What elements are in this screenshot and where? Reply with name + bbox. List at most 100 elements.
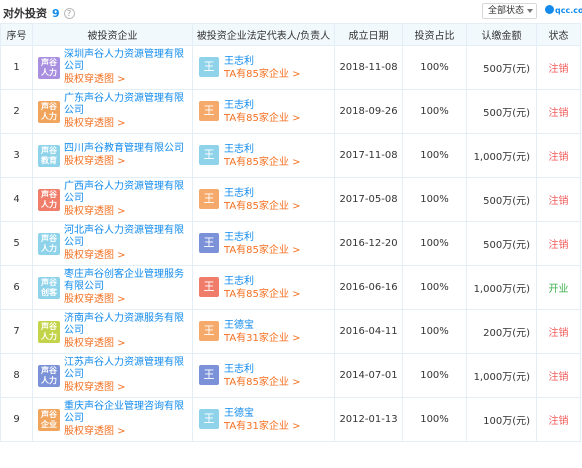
equity-chart-link[interactable]: 股权穿透图 > (64, 249, 188, 262)
equity-chart-link[interactable]: 股权穿透图 > (64, 155, 188, 168)
related-companies-link[interactable]: TA有31家企业 > (224, 420, 334, 433)
status-badge: 注销 (536, 133, 581, 178)
company-logo[interactable]: 声谷 人力 (38, 364, 60, 387)
avatar[interactable]: 王 (199, 56, 219, 77)
investment-ratio: 100% (402, 177, 467, 222)
subscribed-amount: 500万(元) (466, 89, 537, 134)
related-companies-link[interactable]: TA有85家企业 > (224, 288, 334, 301)
table-row: 3 声谷 教育 四川声谷教育管理有限公司 股权穿透图 > 王王志利 TA有85家企业 >20… (0, 133, 581, 178)
avatar[interactable]: 王 (199, 276, 219, 297)
equity-chart-link[interactable]: 股权穿透图 > (64, 205, 188, 218)
column-header: 被投资企业法定代表人/负责人 (192, 23, 335, 46)
investment-ratio: 100% (402, 45, 467, 90)
legal-rep-link[interactable]: 王志利 (224, 231, 334, 244)
avatar[interactable]: 王 (199, 320, 219, 341)
company-logo[interactable]: 声谷 人力 (38, 320, 60, 343)
section-header: 对外投资 9? 全部状态 qcc.com (0, 0, 582, 22)
status-badge: 注销 (536, 221, 581, 266)
related-companies-link[interactable]: TA有31家企业 > (224, 332, 334, 345)
company-name-link[interactable]: 济南声谷人力资源服务有限公司 (64, 313, 188, 337)
chevron-down-icon (527, 9, 533, 13)
founded-date: 2017-11-08 (334, 133, 403, 178)
legal-rep-cell: 王王志利 TA有85家企业 > (192, 133, 335, 178)
company-cell: 声谷 人力 济南声谷人力资源服务有限公司 股权穿透图 > (32, 309, 193, 354)
related-companies-link[interactable]: TA有85家企业 > (224, 68, 334, 81)
founded-date: 2014-07-01 (334, 353, 403, 398)
equity-chart-link[interactable]: 股权穿透图 > (64, 337, 188, 350)
company-logo[interactable]: 声谷 企业 (38, 408, 60, 431)
row-index: 8 (0, 353, 33, 398)
legal-rep-link[interactable]: 王志利 (224, 143, 334, 156)
legal-rep-link[interactable]: 王志利 (224, 99, 334, 112)
legal-rep-link[interactable]: 王志利 (224, 275, 334, 288)
related-companies-link[interactable]: TA有85家企业 > (224, 112, 334, 125)
subscribed-amount: 100万(元) (466, 397, 537, 442)
company-logo[interactable]: 声谷 创客 (38, 276, 60, 299)
subscribed-amount: 500万(元) (466, 177, 537, 222)
row-index: 3 (0, 133, 33, 178)
column-header: 被投资企业 (32, 23, 193, 46)
avatar[interactable]: 王 (199, 144, 219, 165)
column-header: 序号 (0, 23, 33, 46)
avatar[interactable]: 王 (199, 408, 219, 429)
company-name-link[interactable]: 广东声谷人力资源管理有限公司 (64, 93, 188, 117)
section-title: 对外投资 9? (3, 5, 75, 21)
legal-rep-link[interactable]: 王德宝 (224, 407, 334, 420)
section-title-text: 对外投资 (3, 7, 47, 20)
founded-date: 2016-06-16 (334, 265, 403, 310)
company-name-link[interactable]: 深圳声谷人力资源管理有限公司 (64, 49, 188, 73)
company-cell: 声谷 人力 河北声谷人力资源管理有限公司 股权穿透图 > (32, 221, 193, 266)
avatar[interactable]: 王 (199, 100, 219, 121)
company-logo[interactable]: 声谷 人力 (38, 188, 60, 211)
related-companies-link[interactable]: TA有85家企业 > (224, 376, 334, 389)
company-logo[interactable]: 声谷 人力 (38, 56, 60, 79)
investment-ratio: 100% (402, 89, 467, 134)
table-body: 1 声谷 人力 深圳声谷人力资源管理有限公司 股权穿透图 > 王王志利 TA有85家企业 >… (0, 45, 581, 442)
legal-rep-cell: 王王志利 TA有85家企业 > (192, 265, 335, 310)
related-companies-link[interactable]: TA有85家企业 > (224, 244, 334, 257)
company-cell: 声谷 创客 枣庄声谷创客企业管理服务有限公司 股权穿透图 > (32, 265, 193, 310)
company-name-link[interactable]: 重庆声谷企业管理咨询有限公司 (64, 401, 188, 425)
column-header: 状态 (536, 23, 581, 46)
legal-rep-link[interactable]: 王志利 (224, 187, 334, 200)
legal-rep-link[interactable]: 王志利 (224, 363, 334, 376)
equity-chart-link[interactable]: 股权穿透图 > (64, 293, 188, 306)
company-name-link[interactable]: 江苏声谷人力资源管理有限公司 (64, 357, 188, 381)
company-logo[interactable]: 声谷 人力 (38, 100, 60, 123)
equity-chart-link[interactable]: 股权穿透图 > (64, 117, 188, 130)
table-row: 4 声谷 人力 广西声谷人力资源管理有限公司 股权穿透图 > 王王志利 TA有85家企业 >… (0, 177, 581, 222)
investment-ratio: 100% (402, 397, 467, 442)
legal-rep-link[interactable]: 王志利 (224, 55, 334, 68)
legal-rep-link[interactable]: 王德宝 (224, 319, 334, 332)
equity-chart-link[interactable]: 股权穿透图 > (64, 425, 188, 438)
related-companies-link[interactable]: TA有85家企业 > (224, 200, 334, 213)
subscribed-amount: 500万(元) (466, 45, 537, 90)
avatar[interactable]: 王 (199, 188, 219, 209)
company-name-link[interactable]: 四川声谷教育管理有限公司 (64, 143, 188, 155)
equity-chart-link[interactable]: 股权穿透图 > (64, 381, 188, 394)
company-cell: 声谷 企业 重庆声谷企业管理咨询有限公司 股权穿透图 > (32, 397, 193, 442)
related-companies-link[interactable]: TA有85家企业 > (224, 156, 334, 169)
column-header: 认缴金额 (466, 23, 537, 46)
company-logo[interactable]: 声谷 人力 (38, 232, 60, 255)
avatar[interactable]: 王 (199, 232, 219, 253)
help-icon[interactable]: ? (63, 8, 75, 19)
status-badge: 注销 (536, 177, 581, 222)
company-logo[interactable]: 声谷 教育 (38, 144, 60, 167)
status-filter-select[interactable]: 全部状态 (482, 3, 537, 19)
investment-ratio: 100% (402, 309, 467, 354)
company-cell: 声谷 人力 广东声谷人力资源管理有限公司 股权穿透图 > (32, 89, 193, 134)
legal-rep-cell: 王王德宝 TA有31家企业 > (192, 397, 335, 442)
row-index: 9 (0, 397, 33, 442)
equity-chart-link[interactable]: 股权穿透图 > (64, 73, 188, 86)
company-name-link[interactable]: 广西声谷人力资源管理有限公司 (64, 181, 188, 205)
table-row: 6 声谷 创客 枣庄声谷创客企业管理服务有限公司 股权穿透图 > 王王志利 TA有85家企业… (0, 265, 581, 310)
avatar[interactable]: 王 (199, 364, 219, 385)
brand-watermark: qcc.com (545, 5, 582, 15)
table-row: 5 声谷 人力 河北声谷人力资源管理有限公司 股权穿透图 > 王王志利 TA有85家企业 >… (0, 221, 581, 266)
legal-rep-cell: 王王志利 TA有85家企业 > (192, 177, 335, 222)
company-name-link[interactable]: 枣庄声谷创客企业管理服务有限公司 (64, 269, 188, 293)
legal-rep-cell: 王王志利 TA有85家企业 > (192, 89, 335, 134)
row-index: 7 (0, 309, 33, 354)
company-name-link[interactable]: 河北声谷人力资源管理有限公司 (64, 225, 188, 249)
